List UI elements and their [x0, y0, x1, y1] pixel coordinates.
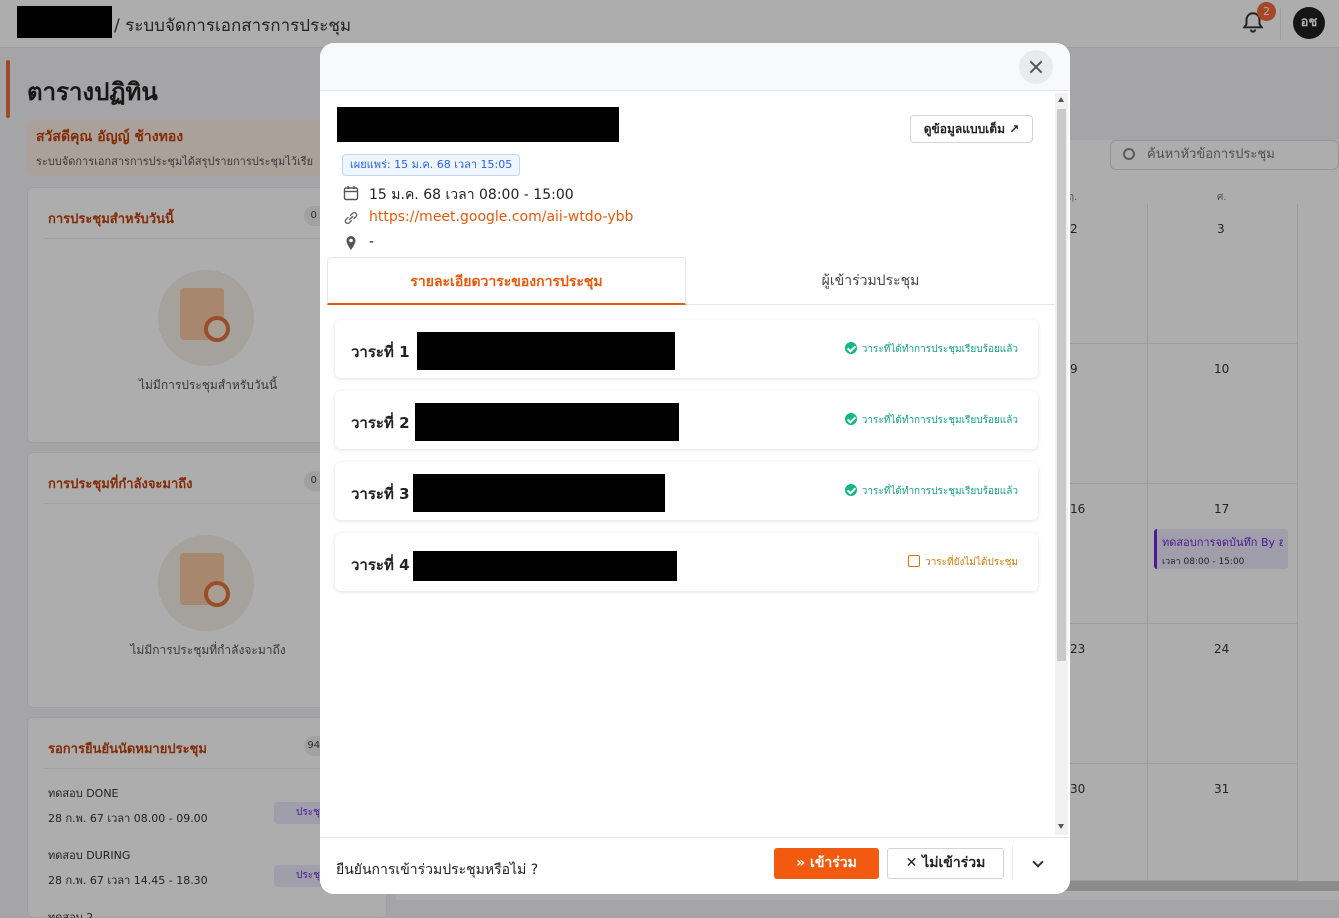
- view-full-details-label: ดูข้อมูลแบบเต็ม: [923, 122, 1005, 136]
- modal-tabs: รายละเอียดวาระของการประชุม ผู้เข้าร่วมปร…: [327, 257, 1055, 305]
- modal-scrollbar[interactable]: [1055, 93, 1068, 835]
- meeting-link[interactable]: https://meet.google.com/aii-wtdo-ybb: [369, 209, 633, 225]
- scroll-up-arrow[interactable]: [1058, 97, 1064, 102]
- external-link-icon: ↗: [1009, 122, 1020, 136]
- agenda-item[interactable]: วาระที่ 1 วาระที่ได้ทำการประชุมเรียบร้อย…: [335, 320, 1038, 378]
- decline-label: ไม่เข้าร่วม: [922, 855, 986, 871]
- scrollbar-thumb[interactable]: [1057, 109, 1066, 661]
- agenda-item[interactable]: วาระที่ 4 วาระที่ยังไม่ได้ประชุม: [335, 533, 1038, 591]
- agenda-item[interactable]: วาระที่ 3 วาระที่ได้ทำการประชุมเรียบร้อย…: [335, 462, 1038, 520]
- close-button[interactable]: [1019, 50, 1053, 84]
- scroll-down-arrow[interactable]: [1058, 824, 1064, 829]
- calendar-icon: [343, 186, 359, 201]
- decline-button[interactable]: ✕ ไม่เข้าร่วม: [887, 848, 1004, 879]
- double-chevron-right-icon: »: [796, 855, 806, 871]
- view-full-details-button[interactable]: ดูข้อมูลแบบเต็ม ↗: [910, 115, 1033, 143]
- modal-footer: ยืนยันการเข้าร่วมประชุมหรือไม่ ? » เข้าร…: [320, 837, 1070, 894]
- check-circle-icon: [844, 413, 857, 425]
- meeting-location: -: [369, 234, 375, 250]
- agenda-label: วาระที่ 2: [351, 414, 410, 432]
- published-badge: เผยแพร่: 15 ม.ค. 68 เวลา 15:05: [342, 154, 521, 176]
- redacted-agenda-title: [413, 551, 677, 581]
- agenda-status: วาระที่ได้ทำการประชุมเรียบร้อยแล้ว: [844, 484, 1018, 499]
- redacted-meeting-title: [337, 107, 619, 142]
- tab-attendees[interactable]: ผู้เข้าร่วมประชุม: [686, 257, 1055, 305]
- divider: [1012, 846, 1013, 880]
- agenda-status: วาระที่ได้ทำการประชุมเรียบร้อยแล้ว: [844, 342, 1018, 357]
- redacted-agenda-title: [417, 332, 675, 370]
- check-circle-icon: [844, 342, 857, 354]
- agenda-item[interactable]: วาระที่ 2 วาระที่ได้ทำการประชุมเรียบร้อย…: [335, 391, 1038, 449]
- meeting-detail-modal: ดูข้อมูลแบบเต็ม ↗ เผยแพร่: 15 ม.ค. 68 เว…: [320, 43, 1070, 894]
- check-circle-icon: [844, 484, 857, 496]
- join-button[interactable]: » เข้าร่วม: [774, 848, 879, 879]
- meeting-datetime: 15 ม.ค. 68 เวลา 08:00 - 15:00: [369, 187, 574, 203]
- close-icon: ✕: [905, 855, 918, 871]
- agenda-status: วาระที่ได้ทำการประชุมเรียบร้อยแล้ว: [844, 413, 1018, 428]
- agenda-list: วาระที่ 1 วาระที่ได้ทำการประชุมเรียบร้อย…: [320, 306, 1055, 837]
- modal-header: [320, 43, 1070, 91]
- tab-agenda-details[interactable]: รายละเอียดวาระของการประชุม: [327, 257, 686, 305]
- confirm-attendance-question: ยืนยันการเข้าร่วมประชุมหรือไม่ ?: [336, 862, 539, 878]
- agenda-label: วาระที่ 4: [351, 556, 410, 574]
- redacted-agenda-title: [413, 474, 665, 512]
- chevron-down-icon[interactable]: [1026, 852, 1050, 876]
- link-icon: [344, 211, 358, 225]
- agenda-status: วาระที่ยังไม่ได้ประชุม: [908, 555, 1018, 570]
- agenda-label: วาระที่ 3: [351, 485, 410, 503]
- agenda-label: วาระที่ 1: [351, 343, 410, 361]
- redacted-agenda-title: [415, 403, 679, 441]
- join-label: เข้าร่วม: [810, 855, 857, 871]
- document-pending-icon: [908, 555, 921, 567]
- location-pin-icon: [346, 236, 356, 250]
